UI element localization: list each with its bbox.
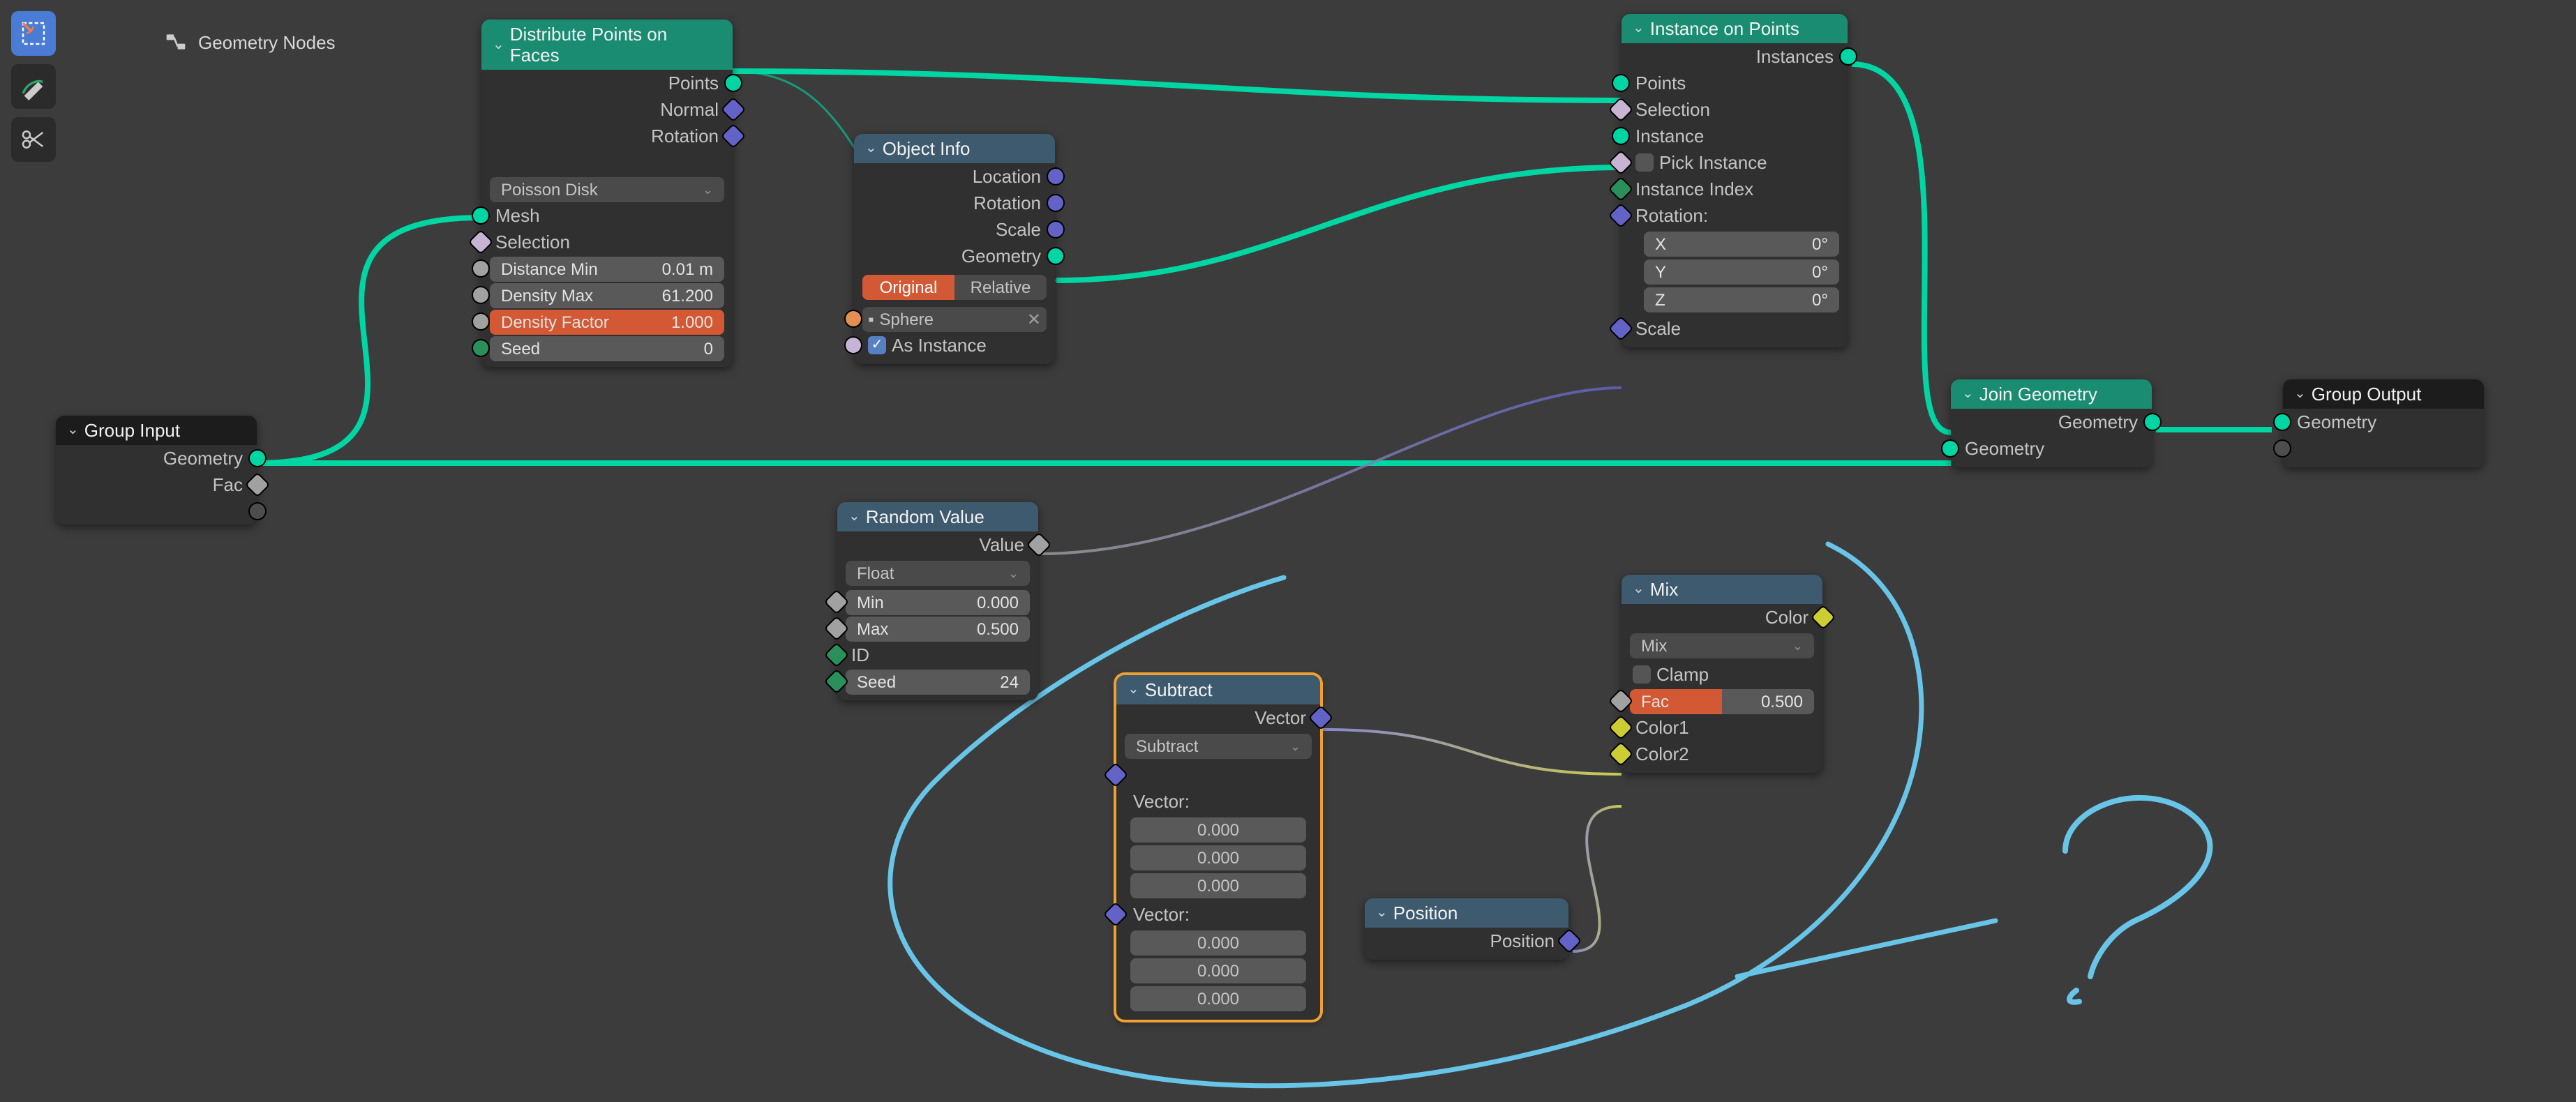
vec-a-x[interactable]: 0.000 [1130, 817, 1306, 843]
field-distance-min[interactable]: Distance Min0.01 m [481, 255, 733, 282]
object-input[interactable]: ▪Sphere✕ [854, 305, 1055, 332]
vec-a-z[interactable]: 0.000 [1130, 873, 1306, 898]
socket-mesh-in[interactable]: Mesh [481, 202, 733, 229]
field-seed[interactable]: Seed0 [481, 335, 733, 361]
node-title: Mix [1650, 579, 1678, 600]
socket-id-in[interactable]: ID [837, 642, 1038, 668]
field-min[interactable]: Min0.000 [837, 589, 1038, 615]
node-distribute-points-on-faces[interactable]: ⌄Distribute Points on Faces Points Norma… [481, 20, 733, 367]
socket-geometry-in[interactable]: Geometry [2283, 409, 2484, 435]
socket-instances-out[interactable]: Instances [1622, 43, 1848, 70]
node-position[interactable]: ⌄Position Position [1365, 898, 1568, 960]
rot-x-field[interactable]: X0° [1644, 232, 1839, 257]
vec-a-y[interactable]: 0.000 [1130, 845, 1306, 870]
field-density-max[interactable]: Density Max61.200 [481, 282, 733, 308]
socket-vector-out[interactable]: Vector [1116, 704, 1320, 731]
object-info-mode-toggle[interactable]: Original Relative [862, 275, 1047, 300]
node-vector-math-subtract[interactable]: ⌄Subtract Vector Subtract⌄ Vector: 0.000… [1116, 675, 1320, 1020]
clear-object-icon[interactable]: ✕ [1027, 309, 1041, 329]
as-instance-checkbox[interactable]: ✓As Instance [854, 332, 1055, 358]
socket-rotation-out[interactable]: Rotation [854, 190, 1055, 216]
node-title: Group Output [2312, 384, 2422, 405]
node-instance-on-points[interactable]: ⌄Instance on Points Instances Points Sel… [1622, 14, 1848, 347]
socket-color1-in[interactable]: Color1 [1622, 714, 1822, 741]
fac-slider[interactable]: Fac0.500 [1622, 688, 1822, 714]
node-random-value[interactable]: ⌄Random Value Value Float⌄ Min0.000 Max0… [837, 502, 1038, 700]
socket-normal-out[interactable]: Normal [481, 96, 733, 123]
random-dtype-dropdown[interactable]: Float⌄ [846, 561, 1030, 586]
node-title: Random Value [866, 506, 984, 527]
rotation-label: Rotation: [1622, 202, 1848, 229]
socket-points-out[interactable]: Points [481, 70, 733, 96]
socket-virtual-out[interactable] [56, 498, 257, 524]
node-title: Object Info [883, 138, 971, 159]
socket-value-out[interactable]: Value [837, 531, 1038, 558]
socket-geometry-out[interactable]: Geometry [56, 445, 257, 471]
socket-color-out[interactable]: Color [1622, 604, 1822, 631]
socket-location-out[interactable]: Location [854, 163, 1055, 190]
node-group-output[interactable]: ⌄Group Output Geometry [2283, 379, 2484, 467]
select-box-tool[interactable] [11, 11, 56, 56]
links-cut-tool[interactable] [11, 117, 56, 162]
pick-instance-checkbox[interactable]: Pick Instance [1622, 149, 1848, 176]
socket-selection-in[interactable]: Selection [481, 229, 733, 255]
node-title: Distribute Points on Faces [510, 24, 721, 66]
vec-b-z[interactable]: 0.000 [1130, 986, 1306, 1011]
socket-instance-in[interactable]: Instance [1622, 123, 1848, 149]
rot-y-field[interactable]: Y0° [1644, 259, 1839, 285]
socket-geometry-out[interactable]: Geometry [1951, 409, 2152, 435]
vector-b-label-text: Vector: [1116, 901, 1320, 928]
socket-selection-in[interactable]: Selection [1622, 96, 1848, 123]
socket-color2-in[interactable]: Color2 [1622, 741, 1822, 767]
node-title: Position [1393, 903, 1458, 923]
node-group-input[interactable]: ⌄Group Input Geometry Fac [56, 416, 257, 524]
editor-type-text: Geometry Nodes [198, 31, 336, 52]
vec-b-x[interactable]: 0.000 [1130, 930, 1306, 956]
node-join-geometry[interactable]: ⌄Join Geometry Geometry Geometry [1951, 379, 2152, 467]
socket-position-out[interactable]: Position [1365, 928, 1568, 954]
node-title: Join Geometry [1979, 384, 2097, 405]
annotate-tool[interactable] [11, 64, 56, 109]
distribute-method-dropdown[interactable]: Poisson Disk⌄ [490, 177, 724, 202]
node-mix[interactable]: ⌄Mix Color Mix⌄ Clamp Fac0.500 Color1 Co… [1622, 575, 1822, 773]
node-object-info[interactable]: ⌄Object Info Location Rotation Scale Geo… [854, 134, 1055, 364]
socket-scale-in[interactable]: Scale [1622, 315, 1848, 342]
socket-points-in[interactable]: Points [1622, 70, 1848, 96]
socket-virtual-in[interactable] [2283, 435, 2484, 462]
socket-geometry-out[interactable]: Geometry [854, 243, 1055, 269]
socket-scale-out[interactable]: Scale [854, 216, 1055, 243]
socket-rotation-out[interactable]: Rotation [481, 123, 733, 149]
node-title: Subtract [1145, 679, 1213, 700]
vector-a-label-text: Vector: [1116, 788, 1320, 815]
socket-fac-out[interactable]: Fac [56, 471, 257, 498]
mix-blend-dropdown[interactable]: Mix⌄ [1630, 633, 1814, 658]
clamp-checkbox[interactable]: Clamp [1622, 661, 1822, 688]
geometry-nodes-icon [165, 31, 187, 53]
socket-instance-index-in[interactable]: Instance Index [1622, 176, 1848, 202]
vec-b-y[interactable]: 0.000 [1130, 958, 1306, 983]
field-density-factor[interactable]: Density Factor1.000 [481, 308, 733, 335]
node-title: Group Input [84, 420, 180, 441]
rot-z-field[interactable]: Z0° [1644, 287, 1839, 312]
field-seed[interactable]: Seed24 [837, 668, 1038, 695]
editor-type-label: Geometry Nodes [165, 31, 336, 53]
socket-geometry-in[interactable]: Geometry [1951, 435, 2152, 462]
field-max[interactable]: Max0.500 [837, 615, 1038, 642]
left-toolbar [11, 11, 56, 162]
node-title: Instance on Points [1650, 18, 1799, 39]
vector-a-label [1116, 762, 1320, 788]
vector-math-op-dropdown[interactable]: Subtract⌄ [1125, 734, 1312, 759]
